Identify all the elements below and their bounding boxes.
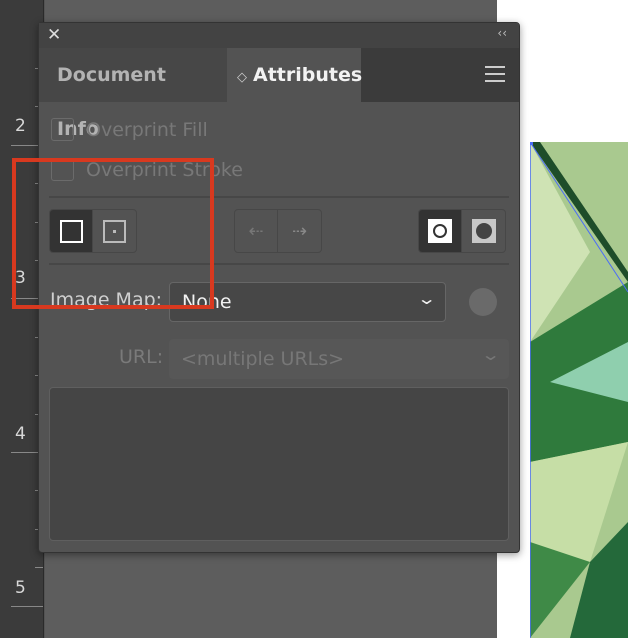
- collapse-icon[interactable]: ‹‹: [497, 26, 507, 40]
- artwork-image[interactable]: [530, 142, 628, 638]
- panel-menu-icon[interactable]: [485, 66, 505, 87]
- panel-titlebar[interactable]: ✕ ‹‹: [39, 23, 519, 48]
- chevron-down-icon: ⌄: [480, 345, 501, 364]
- nonzero-winding-icon: [428, 219, 452, 243]
- even-odd-button[interactable]: [462, 210, 505, 252]
- ruler-mark: 2: [15, 116, 26, 136]
- arrow-right-icon: ⇢: [291, 220, 308, 242]
- even-odd-icon: [471, 219, 496, 243]
- highlight-box: [12, 158, 214, 309]
- overprint-fill-checkbox[interactable]: Overprint Fill: [51, 118, 208, 141]
- ruler-mark: 4: [15, 424, 26, 444]
- close-icon[interactable]: ✕: [47, 25, 61, 45]
- globe-icon[interactable]: [469, 288, 497, 316]
- overprint-fill-label: Overprint Fill: [86, 118, 208, 141]
- url-value: <multiple URLs>: [181, 348, 345, 370]
- ruler-mark: 5: [15, 578, 26, 598]
- nonzero-winding-button[interactable]: [419, 210, 462, 252]
- tab-label: Attributes: [253, 64, 363, 86]
- arrow-left-icon: ⇠: [248, 220, 264, 242]
- url-dropdown[interactable]: <multiple URLs> ⌄: [169, 339, 509, 379]
- reverse-path-left-button[interactable]: ⇠: [235, 210, 278, 252]
- tab-attributes[interactable]: ◇ Attributes: [227, 48, 363, 102]
- notes-textarea[interactable]: [49, 387, 509, 541]
- chevron-down-icon: ⌄: [416, 289, 437, 308]
- tab-options-icon: ◇: [237, 70, 247, 85]
- reverse-path-right-button[interactable]: ⇢: [278, 210, 321, 252]
- tab-document-info[interactable]: Document Info: [39, 48, 227, 140]
- url-label: URL:: [119, 346, 164, 368]
